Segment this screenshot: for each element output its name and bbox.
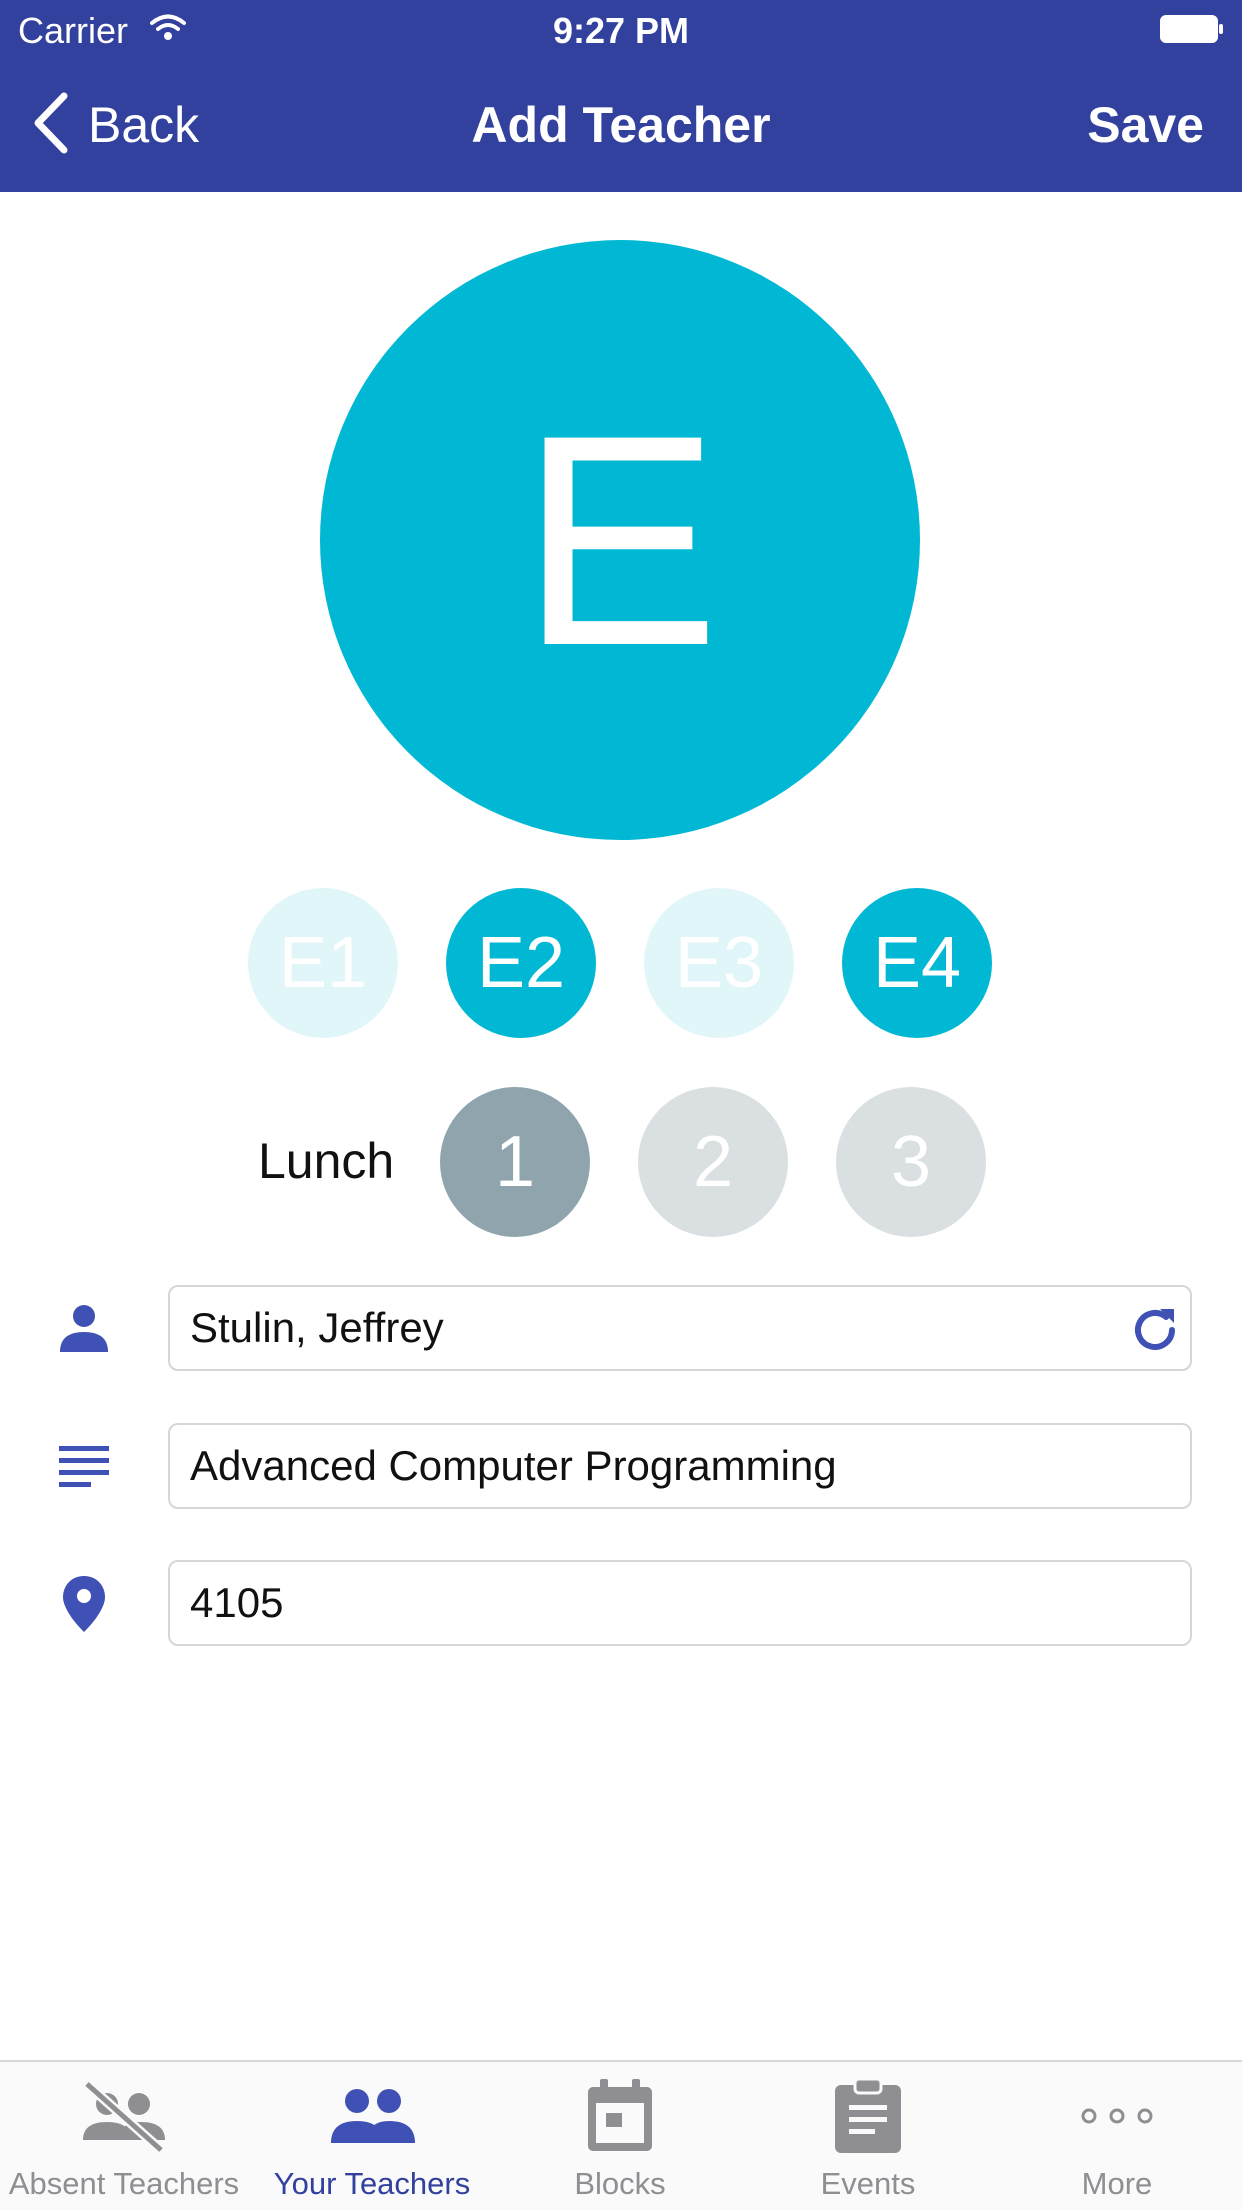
tab-label-your-teachers: Your Teachers — [273, 2166, 471, 2201]
block-chip-e3[interactable]: E3 — [644, 888, 794, 1038]
person-icon — [56, 1300, 112, 1356]
tab-label-blocks: Blocks — [574, 2166, 666, 2201]
absent-teachers-icon — [0, 2076, 248, 2156]
teacher-name-field — [168, 1285, 1192, 1371]
tab-label-absent-teachers: Absent Teachers — [8, 2166, 240, 2201]
your-teachers-icon — [248, 2076, 496, 2156]
room-input[interactable] — [190, 1562, 1110, 1644]
tab-label-events: Events — [820, 2166, 916, 2201]
tab-blocks[interactable]: Blocks — [496, 2062, 744, 2210]
location-pin-icon — [56, 1576, 112, 1632]
page-title: Add Teacher — [471, 97, 771, 153]
block-chip-e4[interactable]: E4 — [842, 888, 992, 1038]
lunch-label: Lunch — [258, 1133, 395, 1189]
course-field — [168, 1423, 1192, 1509]
clock: 9:27 PM — [552, 10, 690, 51]
lunch-option-2[interactable]: 2 — [638, 1087, 788, 1237]
battery-icon — [1160, 15, 1224, 43]
teacher-avatar[interactable]: E — [320, 240, 920, 840]
block-chip-e2[interactable]: E2 — [446, 888, 596, 1038]
save-button[interactable]: Save — [1087, 96, 1204, 154]
status-bar: Carrier 9:27 PM — [0, 0, 1242, 60]
more-icon — [992, 2076, 1242, 2156]
teacher-name-input[interactable] — [190, 1287, 1110, 1369]
refresh-icon[interactable] — [1128, 1303, 1182, 1357]
lunch-option-1[interactable]: 1 — [440, 1087, 590, 1237]
clipboard-icon — [744, 2076, 992, 2156]
lunch-option-3[interactable]: 3 — [836, 1087, 986, 1237]
lines-icon — [56, 1438, 112, 1494]
tab-bar: Absent Teachers Your Teachers Blocks Eve… — [0, 2060, 1242, 2210]
calendar-icon — [496, 2076, 744, 2156]
tab-label-more: More — [1081, 2166, 1153, 2201]
room-field — [168, 1560, 1192, 1646]
course-input[interactable] — [190, 1425, 1110, 1507]
navigation-bar: Back Add Teacher Save — [0, 60, 1242, 192]
tab-your-teachers[interactable]: Your Teachers — [248, 2062, 496, 2210]
tab-events[interactable]: Events — [744, 2062, 992, 2210]
tab-absent-teachers[interactable]: Absent Teachers — [0, 2062, 248, 2210]
tab-more[interactable]: More — [992, 2062, 1242, 2210]
block-chip-e1[interactable]: E1 — [248, 888, 398, 1038]
